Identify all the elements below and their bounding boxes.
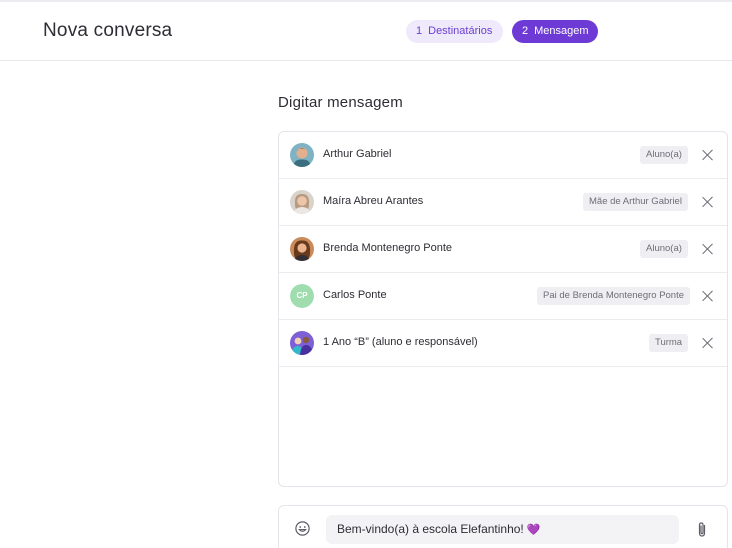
step-recipients[interactable]: 1 Destinatários [406,20,503,43]
close-icon[interactable] [702,196,714,208]
avatar-initials: CP [290,284,314,308]
recipient-role-tag: Mãe de Arthur Gabriel [583,193,688,211]
page-title: Nova conversa [43,20,173,41]
recipient-name: Arthur Gabriel [323,148,392,160]
section-title: Digitar mensagem [278,94,403,111]
recipient-role-tag: Aluno(a) [640,240,688,258]
page-header: Nova conversa 1 Destinatários 2 Mensagem [0,2,732,61]
initials-avatar: CP [290,284,314,308]
photo-woman-icon [290,190,314,214]
close-icon[interactable] [702,243,714,255]
photo-girl-icon [290,237,314,261]
close-icon[interactable] [702,290,714,302]
step-label: Mensagem [534,25,589,37]
close-icon[interactable] [702,149,714,161]
step-number: 1 [416,25,423,37]
step-label: Destinatários [428,25,493,37]
class-group-icon [290,331,314,355]
recipient-row: 1 Ano “B” (aluno e responsável) Turma [279,320,727,367]
recipient-role-tag: Aluno(a) [640,146,688,164]
recipient-role-tag: Turma [649,334,689,352]
paperclip-icon[interactable] [695,521,709,538]
message-composer: Bem-vindo(a) à escola Elefantinho! 💜 [278,505,728,548]
step-message[interactable]: 2 Mensagem [512,20,598,43]
recipient-name: Maíra Abreu Arantes [323,195,424,207]
recipient-name: Carlos Ponte [323,289,387,301]
message-input[interactable]: Bem-vindo(a) à escola Elefantinho! 💜 [326,515,679,544]
recipient-role-tag: Pai de Brenda Montenegro Ponte [537,287,691,305]
recipient-name: Brenda Montenegro Ponte [323,242,453,254]
message-text: Bem-vindo(a) à escola Elefantinho! [337,522,524,536]
photo-boy-icon [290,143,314,167]
recipient-list: Arthur Gabriel Aluno(a) Maíra Abreu Aran… [278,131,728,487]
smiley-icon[interactable] [295,521,310,536]
recipient-row: Brenda Montenegro Ponte Aluno(a) [279,226,727,273]
recipient-row: Arthur Gabriel Aluno(a) [279,132,727,179]
recipient-name: 1 Ano “B” (aluno e responsável) [323,336,478,348]
recipient-row: CP Carlos Ponte Pai de Brenda Montenegro… [279,273,727,320]
recipient-row: Maíra Abreu Arantes Mãe de Arthur Gabrie… [279,179,727,226]
close-icon[interactable] [702,337,714,349]
purple-heart-emoji: 💜 [526,523,541,536]
step-number: 2 [522,25,529,37]
